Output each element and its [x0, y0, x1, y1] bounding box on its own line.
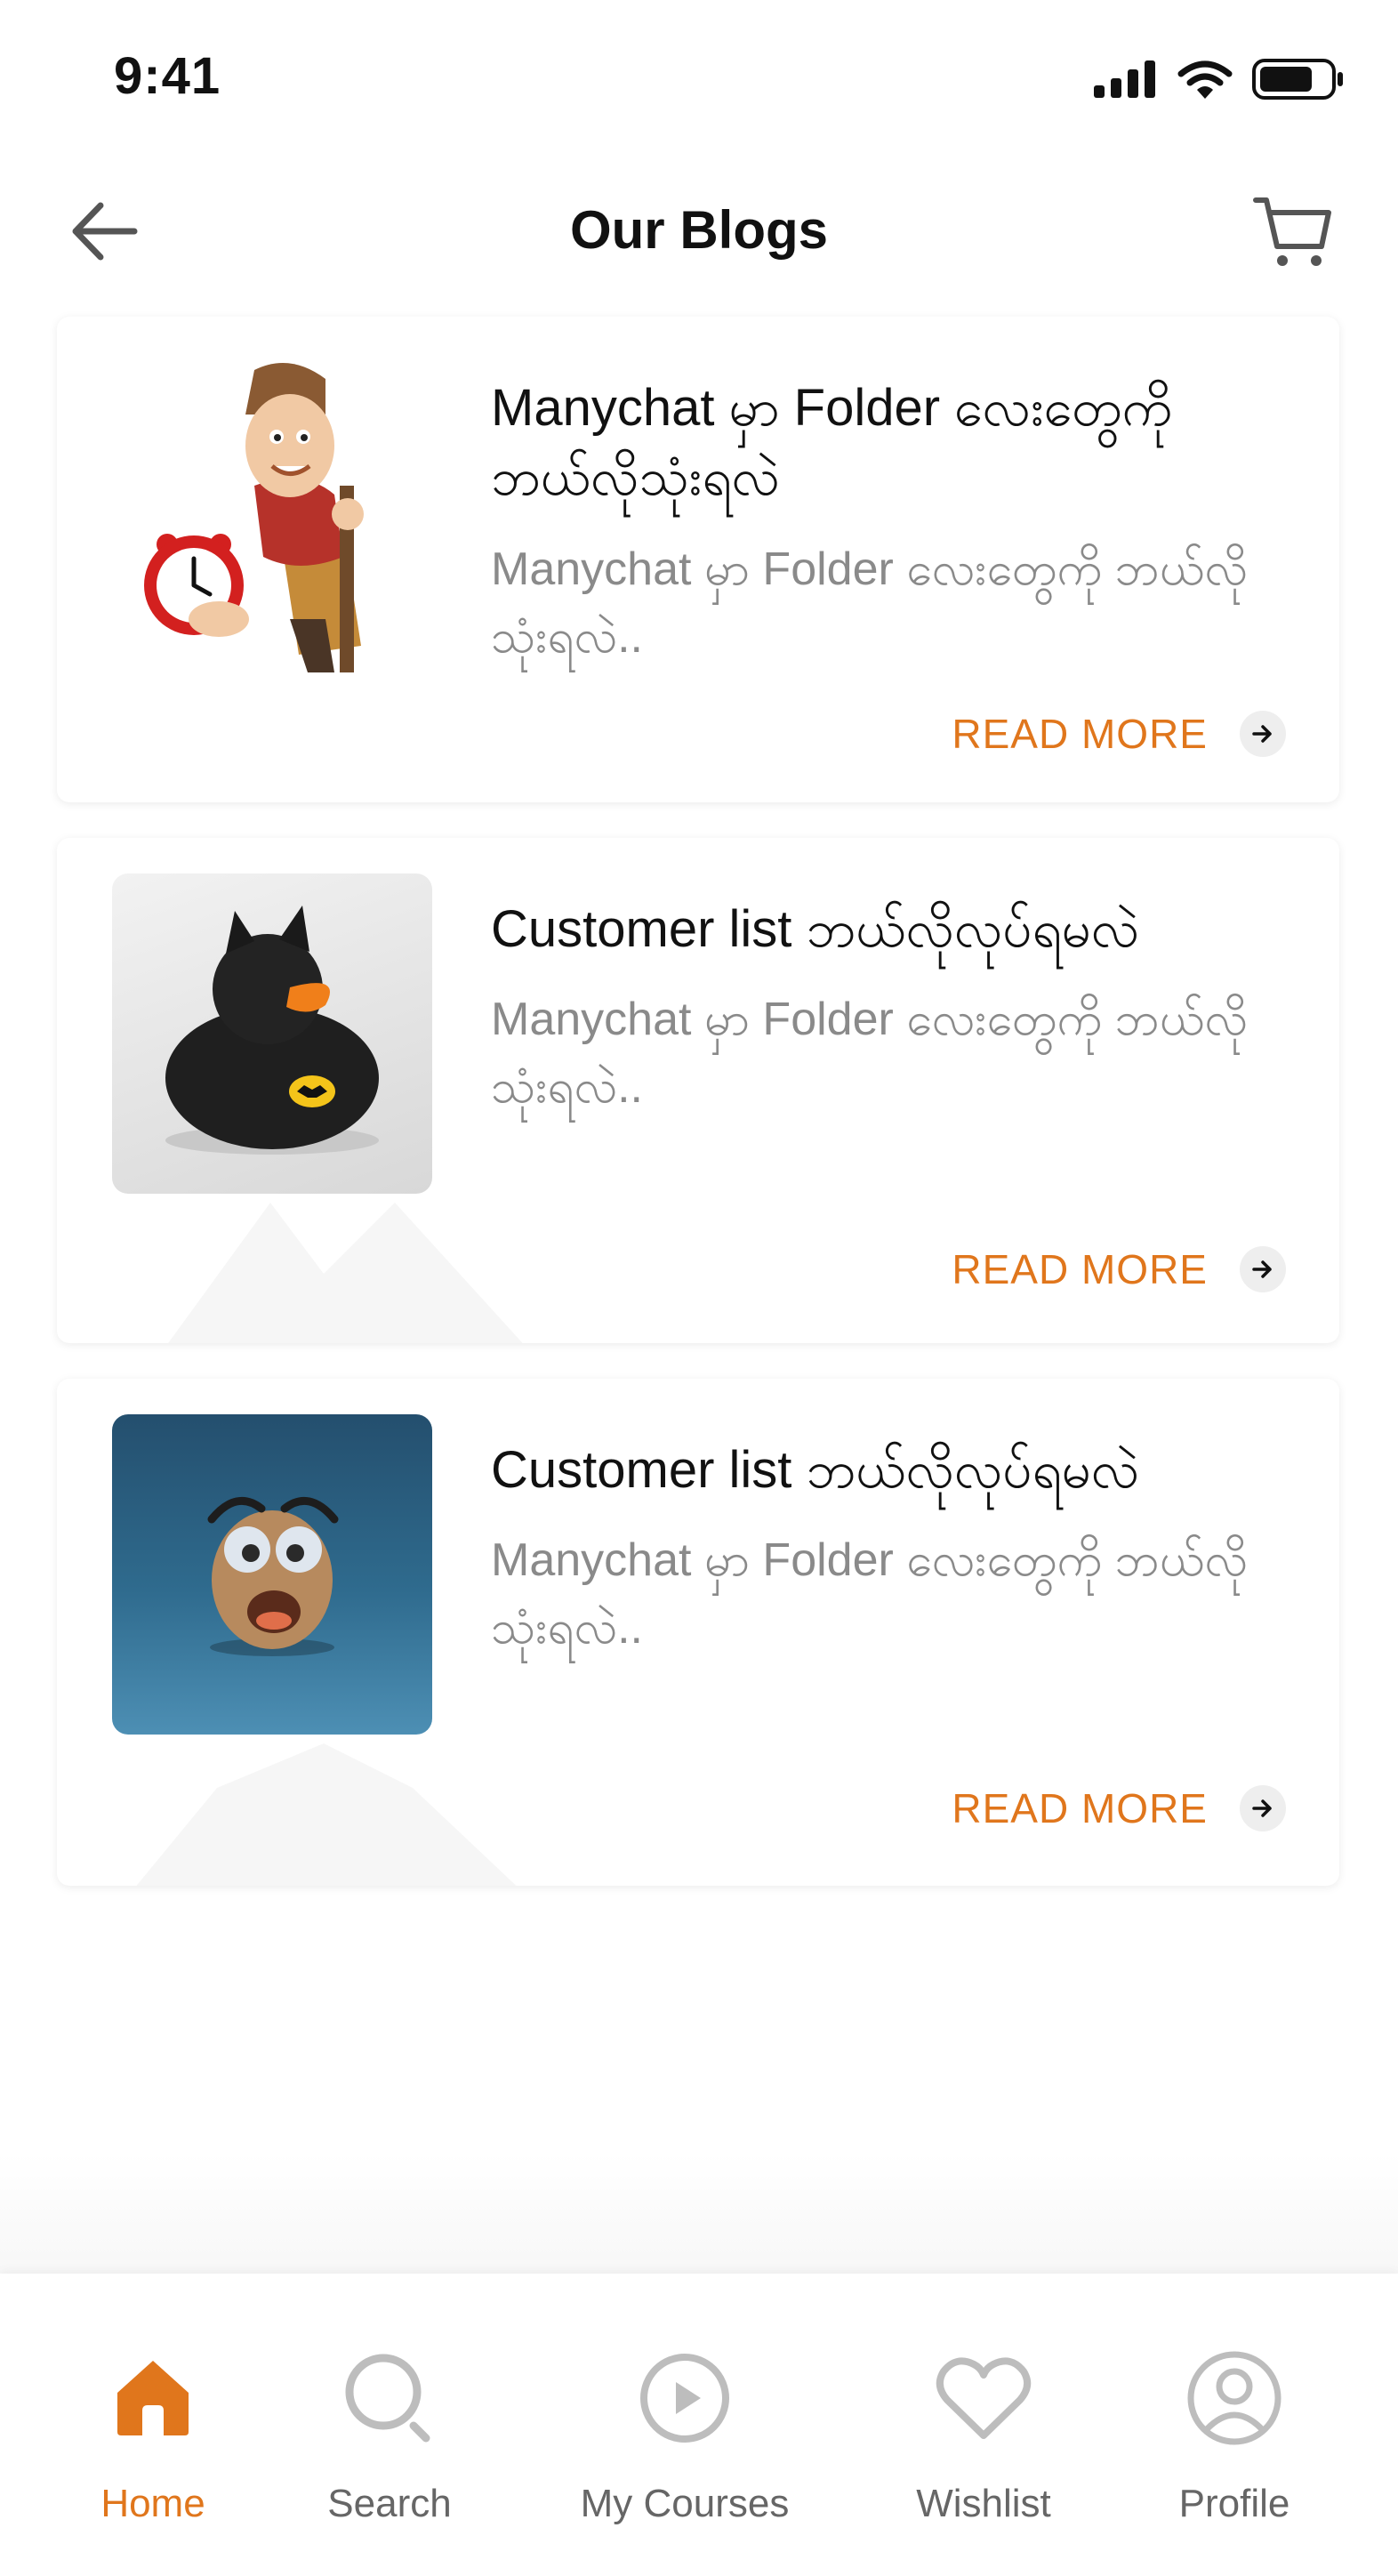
- status-icons: [1094, 59, 1345, 100]
- blog-card[interactable]: Customer list ဘယ်လိုလုပ်ရမလဲ Manychat မှ…: [57, 1379, 1339, 1886]
- tab-profile-label: Profile: [1178, 2482, 1290, 2525]
- tab-search-label: Search: [327, 2482, 452, 2525]
- cellular-signal-icon: [1094, 60, 1155, 98]
- blog-excerpt: Manychat မှာ Folder လေးတွေကို ဘယ်လိုသုံး…: [491, 543, 1248, 663]
- tab-my-courses[interactable]: My Courses: [578, 2345, 791, 2526]
- user-circle-icon: [1187, 2351, 1282, 2445]
- home-icon: [117, 2361, 189, 2435]
- blog-excerpt: Manychat မှာ Folder လေးတွေကို ဘယ်လိုသုံး…: [491, 1534, 1248, 1654]
- blog-title: Customer list ဘယ်လိုလုပ်ရမလဲ: [491, 1441, 1140, 1499]
- status-bar: 9:41: [0, 0, 1398, 142]
- blog-title: Customer list ဘယ်လိုလုပ်ရမလဲ: [491, 900, 1140, 958]
- tab-home[interactable]: Home: [46, 2345, 260, 2526]
- arrow-right-icon: [1240, 711, 1286, 757]
- blog-thumbnail: [112, 873, 432, 1194]
- tab-profile[interactable]: Profile: [1128, 2345, 1341, 2526]
- bottom-fade: [0, 2153, 1398, 2277]
- blog-excerpt: Manychat မှာ Folder လေးတွေကို ဘယ်လိုသုံး…: [491, 994, 1248, 1113]
- page-title: Our Blogs: [569, 200, 828, 260]
- battery-icon: [1252, 59, 1343, 100]
- tab-home-label: Home: [100, 2482, 205, 2525]
- search-icon: [345, 2354, 430, 2443]
- blog-card[interactable]: Manychat မှာ Folder လေးတွေကို ဘယ်လိုသုံး…: [57, 317, 1339, 802]
- read-more-label: READ MORE: [952, 1246, 1208, 1292]
- blog-thumbnail: [112, 1414, 432, 1735]
- blog-title: Manychat မှာ Folder လေးတွေကို ဘယ်လိုသုံး…: [491, 379, 1173, 506]
- status-time: 9:41: [114, 47, 221, 105]
- blog-card[interactable]: Customer list ဘယ်လိုလုပ်ရမလဲ Manychat မှ…: [57, 838, 1339, 1343]
- bottom-tab-bar: Home Search My Courses Wishlist Profile: [0, 2274, 1398, 2576]
- arrow-right-icon: [1240, 1246, 1286, 1292]
- cart-icon: [1253, 197, 1331, 266]
- tab-search[interactable]: Search: [283, 2345, 496, 2526]
- read-more-button[interactable]: READ MORE: [952, 710, 1286, 758]
- cartoon-man-with-alarm-clock-image: [144, 363, 364, 672]
- read-more-label: READ MORE: [952, 711, 1208, 757]
- placeholder-mountain-shape: [136, 1743, 517, 1886]
- wifi-icon: [1177, 60, 1233, 99]
- tab-my-courses-label: My Courses: [580, 2482, 790, 2525]
- tab-wishlist[interactable]: Wishlist: [877, 2345, 1090, 2526]
- surprised-egg-character-image: [207, 1497, 339, 1656]
- arrow-right-icon: [1240, 1785, 1286, 1831]
- read-more-label: READ MORE: [952, 1785, 1208, 1831]
- batman-rubber-duck-image: [165, 906, 379, 1155]
- blog-thumbnail: [112, 352, 432, 672]
- app-header: Our Blogs: [0, 178, 1398, 285]
- cart-button[interactable]: [1249, 192, 1338, 272]
- read-more-button[interactable]: READ MORE: [952, 1784, 1286, 1832]
- heart-icon: [936, 2357, 1032, 2439]
- tab-wishlist-label: Wishlist: [916, 2482, 1051, 2525]
- play-circle-icon: [640, 2354, 729, 2443]
- read-more-button[interactable]: READ MORE: [952, 1245, 1286, 1293]
